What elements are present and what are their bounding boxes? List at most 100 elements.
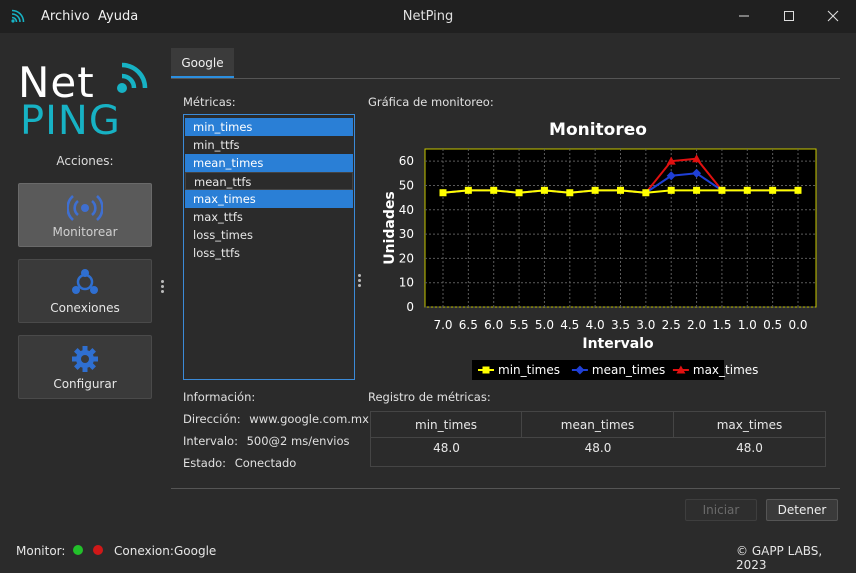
conexion-value: Google xyxy=(174,544,217,558)
y-tick-label: 10 xyxy=(399,276,414,290)
plot-area xyxy=(424,148,817,308)
x-tick-label: 3.5 xyxy=(611,318,630,332)
window-title: NetPing xyxy=(402,9,454,24)
x-tick-label: 6.0 xyxy=(484,318,503,332)
min-times-point xyxy=(667,186,675,194)
min-times-point xyxy=(743,186,751,194)
x-axis-label: Intervalo xyxy=(582,336,654,352)
y-tick-label: 30 xyxy=(399,227,414,241)
y-tick-label: 0 xyxy=(406,300,414,314)
table-cell: 48.0 xyxy=(736,441,763,455)
x-tick-label: 6.5 xyxy=(459,318,478,332)
min-times-point xyxy=(540,186,548,194)
min-times-legend-label: min_times xyxy=(498,363,560,377)
mean-times-legend-label: mean_times xyxy=(592,363,665,377)
table-header: min_times xyxy=(371,412,522,438)
close-icon[interactable] xyxy=(822,6,844,26)
metricas-label: Métricas: xyxy=(183,95,236,109)
acciones-label: Acciones: xyxy=(56,154,114,168)
grafica-label: Gráfica de monitoreo: xyxy=(368,95,494,109)
metrics-table: min_times mean_times max_times 48.0 48.0… xyxy=(370,411,826,467)
x-tick-label: 2.0 xyxy=(687,318,706,332)
bottom-divider xyxy=(171,488,840,489)
title-bar: Archivo Ayuda NetPing xyxy=(0,0,856,33)
x-tick-label: 0.0 xyxy=(788,318,807,332)
min-times-point xyxy=(464,186,472,194)
y-tick-label: 50 xyxy=(399,178,414,192)
gear-icon xyxy=(72,346,98,372)
intervalo-label: Intervalo: xyxy=(183,434,238,448)
min-times-point xyxy=(591,186,599,194)
x-tick-label: 0.5 xyxy=(763,318,782,332)
estado-label: Estado: xyxy=(183,456,227,470)
broadcast-icon xyxy=(67,195,103,221)
x-tick-label: 2.5 xyxy=(662,318,681,332)
monitoring-chart: Monitoreo 0 10 20 30 40 50 60 7.0 6.5 6.0 5.5 5.0 4.5… xyxy=(382,120,817,380)
maximize-icon[interactable] xyxy=(778,6,800,26)
x-tick-label: 1.5 xyxy=(712,318,731,332)
monitor-label: Monitor: xyxy=(16,544,66,558)
direccion-label: Dirección: xyxy=(183,412,241,426)
y-tick-label: 40 xyxy=(399,203,414,217)
min-times-point xyxy=(566,189,574,197)
x-tick-label: 4.0 xyxy=(586,318,605,332)
min-times-point xyxy=(439,189,447,197)
netping-logo: Net PING xyxy=(18,58,152,148)
logo-signal-icon xyxy=(117,62,148,93)
x-tick-label: 5.0 xyxy=(535,318,554,332)
min-times-point xyxy=(769,186,777,194)
conexiones-button[interactable]: Conexiones xyxy=(18,259,152,323)
table-cell: 48.0 xyxy=(584,441,612,455)
registro-label: Registro de métricas: xyxy=(368,390,491,404)
informacion-label: Información: xyxy=(183,390,256,404)
monitor-green-led xyxy=(73,545,83,555)
configurar-label: Configurar xyxy=(53,377,117,391)
metric-item-mean-times[interactable]: mean_times xyxy=(185,154,353,172)
copyright-text: © GAPP LABS, 2023 xyxy=(736,544,823,572)
network-icon xyxy=(72,269,98,294)
monitorear-button[interactable]: Monitorear xyxy=(18,183,152,247)
min-times-point xyxy=(718,186,726,194)
metric-item-min-ttfs[interactable]: min_ttfs xyxy=(185,136,353,154)
metric-item-max-ttfs[interactable]: max_ttfs xyxy=(185,208,353,226)
y-tick-label: 20 xyxy=(399,251,414,265)
min-times-legend-marker xyxy=(482,366,490,374)
iniciar-button[interactable]: Iniciar xyxy=(685,499,757,521)
direccion-value: www.google.com.mx xyxy=(249,412,369,426)
estado-value: Conectado xyxy=(234,456,297,470)
table-header: mean_times xyxy=(522,412,674,438)
sidebar-splitter-handle[interactable] xyxy=(161,280,165,294)
y-axis-label: Unidades xyxy=(382,191,398,264)
metrics-list[interactable]: min_times min_ttfs mean_times mean_ttfs max_… xyxy=(183,114,355,380)
min-times-point xyxy=(794,186,802,194)
metric-item-loss-times[interactable]: loss_times xyxy=(185,226,353,244)
x-tick-label: 5.5 xyxy=(510,318,529,332)
monitorear-label: Monitorear xyxy=(52,225,118,239)
min-times-point xyxy=(693,186,701,194)
detener-button[interactable]: Detener xyxy=(766,499,838,521)
configurar-button[interactable]: Configurar xyxy=(18,335,152,399)
x-tick-label: 3.0 xyxy=(636,318,655,332)
metric-item-loss-ttfs[interactable]: loss_ttfs xyxy=(185,244,353,262)
panel-splitter-handle[interactable] xyxy=(358,274,362,288)
metric-item-mean-ttfs[interactable]: mean_ttfs xyxy=(185,172,353,190)
metric-item-min-times[interactable]: min_times xyxy=(185,118,353,136)
estado-row: Estado: Conectado xyxy=(183,456,296,470)
direccion-row: Dirección: www.google.com.mx xyxy=(183,412,369,426)
y-tick-label: 60 xyxy=(399,154,414,168)
app-window: Archivo Ayuda NetPing Net PING Acciones:… xyxy=(0,0,856,573)
x-tick-label: 7.0 xyxy=(433,318,452,332)
table-cell: 48.0 xyxy=(433,441,460,455)
x-tick-label: 1.0 xyxy=(738,318,757,332)
max-times-legend-label: max_times xyxy=(693,363,759,377)
chart-title: Monitoreo xyxy=(549,120,647,140)
metric-item-max-times[interactable]: max_times xyxy=(185,190,353,208)
intervalo-value: 500@2 ms/envios xyxy=(246,434,350,448)
tab-google[interactable]: Google xyxy=(171,48,234,78)
logo-ping-text: PING xyxy=(20,98,121,144)
minimize-icon[interactable] xyxy=(733,6,755,26)
monitor-red-led xyxy=(93,545,103,555)
conexion-label: Conexion: xyxy=(114,544,174,558)
min-times-point xyxy=(642,189,650,197)
table-header: max_times xyxy=(674,412,825,438)
